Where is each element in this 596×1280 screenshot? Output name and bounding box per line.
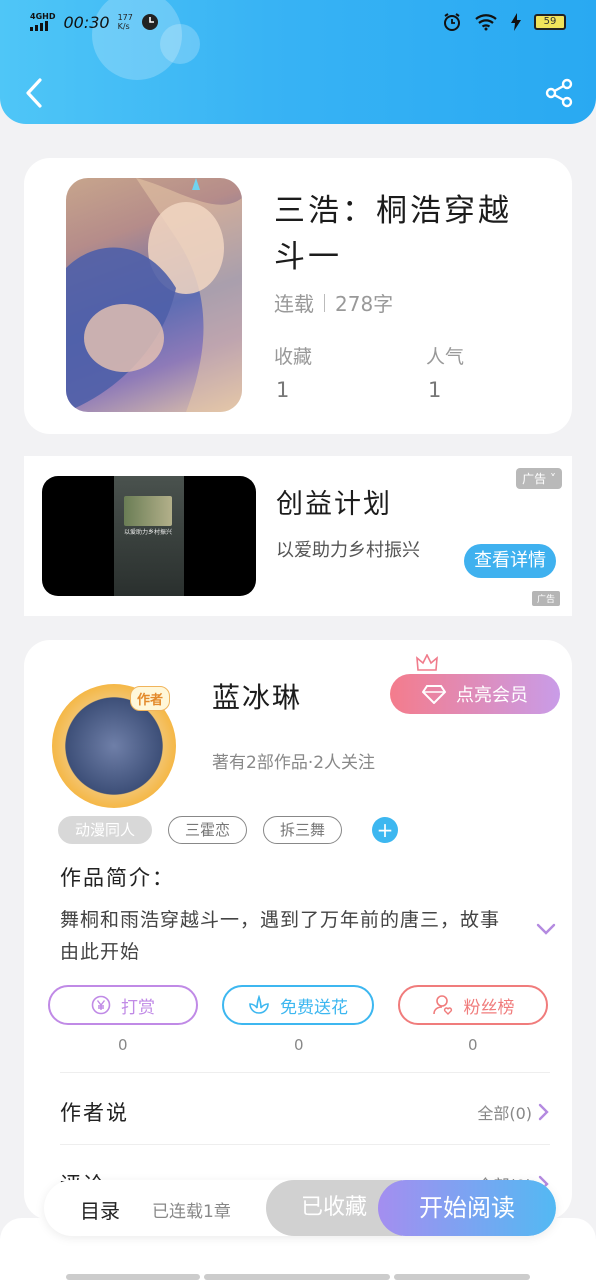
chevron-right-icon <box>538 1103 549 1121</box>
signal-icon: 4GHD <box>30 13 55 31</box>
ad-source-text: 广告 <box>536 595 555 605</box>
ad-badge[interactable]: 广告 ˅ <box>516 468 562 489</box>
status-bar: 4GHD 00:30 177 K/s 59 <box>0 0 596 44</box>
header: 4GHD 00:30 177 K/s 59 <box>0 0 596 124</box>
author-meta: 著有2部作品·2人关注 <box>212 753 376 773</box>
author-card: 作者 蓝冰琳 点亮会员 著有2部作品·2人关注 动漫同人 三霍恋 拆三舞 + 作… <box>24 640 572 1220</box>
intro-label: 作品简介： <box>60 866 175 890</box>
add-tag-button[interactable]: + <box>372 817 399 843</box>
ad-badge-label: 广告 <box>522 472 547 486</box>
chevron-down-icon[interactable] <box>536 922 556 936</box>
battery-level: 59 <box>543 16 557 27</box>
ad-video-caption: 以爱助力乡村振兴 <box>124 529 173 536</box>
author-avatar[interactable]: 作者 <box>52 684 176 808</box>
wifi-icon <box>475 14 497 31</box>
ad-banner[interactable]: 以爱助力乡村振兴 创益计划 以爱助力乡村振兴 广告 ˅ 查看详情 广告 <box>24 456 572 616</box>
flower-count: 0 <box>294 1036 304 1054</box>
yen-coin-icon <box>91 995 111 1015</box>
meta-separator <box>324 293 325 312</box>
reward-button-label: 打赏 <box>121 997 155 1018</box>
back-arrow-icon[interactable] <box>18 76 50 110</box>
send-flower-button[interactable]: 免费送花 <box>222 985 374 1025</box>
network-type: 4GHD <box>30 12 56 21</box>
popularity-label: 人气 <box>426 346 465 368</box>
vip-button-label: 点亮会员 <box>456 685 528 706</box>
fan-ranking-label: 粉丝榜 <box>463 997 515 1018</box>
ad-view-details-button[interactable]: 查看详情 <box>464 544 556 578</box>
clock-time: 00:30 <box>63 12 110 32</box>
vip-activate-button[interactable]: 点亮会员 <box>390 674 560 714</box>
battery-icon: 59 <box>534 14 566 30</box>
divider <box>60 1072 550 1073</box>
net-speed-unit: K/s <box>117 22 130 31</box>
word-count: 278字 <box>335 292 394 316</box>
charging-icon <box>511 13 521 31</box>
author-says-more[interactable]: 全部(0) <box>477 1100 550 1124</box>
table-of-contents-button[interactable]: 目录 <box>80 1195 120 1224</box>
favorites-value: 1 <box>276 378 290 402</box>
ad-source-label: 广告 <box>531 591 560 606</box>
tag-item[interactable]: 三霍恋 <box>168 816 248 844</box>
crown-icon <box>416 654 438 671</box>
ad-title: 创益计划 <box>276 489 392 520</box>
chevron-down-icon: ˅ <box>550 472 556 486</box>
alarm-small-icon <box>141 14 158 30</box>
author-says-row[interactable]: 作者说 全部(0) <box>60 1082 550 1142</box>
start-reading-button[interactable]: 开始阅读 <box>378 1180 556 1236</box>
popularity-value: 1 <box>428 378 442 402</box>
tag-item[interactable]: 拆三舞 <box>263 816 343 844</box>
author-says-count: 全部(0) <box>477 1104 532 1123</box>
author-name[interactable]: 蓝冰琳 <box>212 676 302 716</box>
diamond-icon <box>422 685 446 704</box>
tag-list: 动漫同人 三霍恋 拆三舞 + <box>58 816 399 844</box>
author-says-label: 作者说 <box>60 1101 129 1125</box>
book-info-card: 三浩：桐浩穿越斗一 连载 278字 收藏 1 人气 1 <box>24 158 572 434</box>
author-badge: 作者 <box>130 686 171 711</box>
net-speed-value: 177 <box>117 13 133 22</box>
intro-text: 舞桐和雨浩穿越斗一，遇到了万年前的唐三，故事由此开始 <box>60 909 501 963</box>
divider <box>60 1144 550 1145</box>
cover-illustration <box>66 178 242 412</box>
top-nav <box>0 70 596 116</box>
ad-video-thumbnail[interactable]: 以爱助力乡村振兴 <box>42 476 256 596</box>
reward-button[interactable]: 打赏 <box>48 985 198 1025</box>
favorites-label: 收藏 <box>274 346 313 368</box>
book-status: 连载 <box>274 292 314 316</box>
bottom-action-bar: 目录 已连载1章 已收藏 开始阅读 <box>44 1180 556 1236</box>
tag-item[interactable]: 动漫同人 <box>58 816 153 844</box>
reward-count: 0 <box>118 1036 128 1054</box>
serial-status: 已连载1章 <box>152 1202 231 1222</box>
flower-icon <box>249 995 269 1014</box>
ad-thumb-image <box>124 496 172 526</box>
alarm-icon <box>444 13 460 31</box>
ad-description: 以爱助力乡村振兴 <box>276 540 420 561</box>
send-flower-label: 免费送花 <box>280 997 348 1018</box>
nav-indicator <box>204 1274 390 1280</box>
book-meta: 连载 278字 <box>274 288 393 317</box>
fan-ranking-button[interactable]: 粉丝榜 <box>398 985 548 1025</box>
share-icon[interactable] <box>544 78 574 108</box>
fan-user-icon <box>432 995 452 1015</box>
book-title: 三浩：桐浩穿越斗一 <box>274 193 512 275</box>
nav-indicator <box>66 1274 200 1280</box>
book-cover-image[interactable] <box>66 178 242 412</box>
nav-indicator <box>394 1274 530 1280</box>
fan-count: 0 <box>468 1036 478 1054</box>
